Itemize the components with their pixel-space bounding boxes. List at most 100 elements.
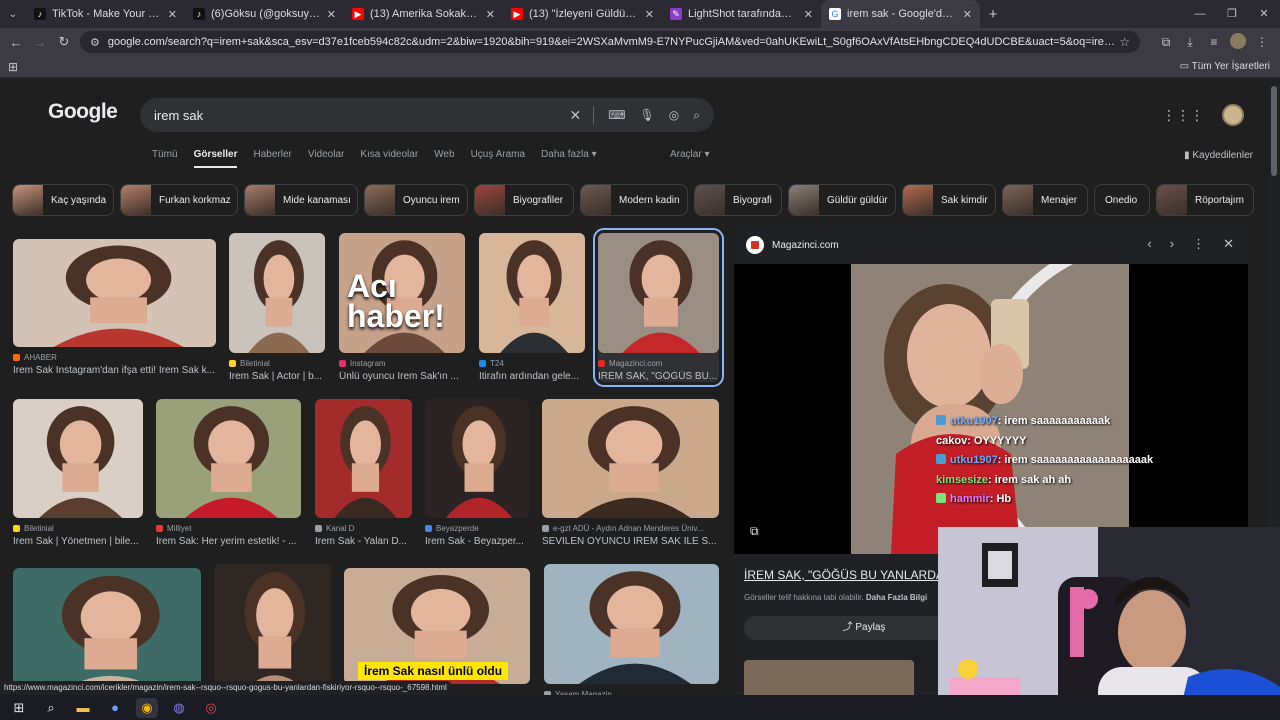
result-source[interactable]: Biletinial — [229, 359, 325, 368]
result-source[interactable]: Beyazperde — [425, 524, 529, 533]
result-caption[interactable]: Ünlü oyuncu İrem Sak'ın ... — [339, 371, 465, 382]
next-icon[interactable]: › — [1170, 236, 1174, 252]
result-caption[interactable]: İrem Sak | Actor | b... — [229, 371, 325, 382]
image-result[interactable]: Acı haber! Instagram Ünlü oyuncu İrem Sak'… — [339, 233, 465, 382]
tools-button[interactable]: Araçlar ▾ — [670, 149, 709, 160]
google-logo[interactable]: Google — [48, 100, 118, 124]
result-image[interactable] — [479, 233, 585, 353]
related-chip[interactable]: Biyografiler — [474, 184, 574, 216]
search-tab[interactable]: Uçuş Arama — [471, 149, 525, 168]
image-result[interactable]: e-gzt ADÜ - Aydın Adnan Menderes Üniv...… — [542, 399, 719, 547]
result-image[interactable] — [229, 233, 325, 353]
result-caption[interactable]: SEVİLEN OYUNCU İREM SAK İLE S... — [542, 536, 719, 547]
image-result[interactable]: Beyazperde İrem Sak - Beyazper... — [425, 399, 529, 547]
result-caption[interactable]: İtirafın ardından gele... — [479, 371, 585, 382]
tab-search-icon[interactable]: ⌄ — [0, 0, 26, 28]
minimize-icon[interactable]: — — [1184, 0, 1216, 28]
related-chip[interactable]: Sak kimdir — [902, 184, 996, 216]
restore-icon[interactable]: ❐ — [1216, 0, 1248, 28]
close-preview-icon[interactable]: ✕ — [1223, 236, 1234, 252]
more-info-link[interactable]: Daha Fazla Bilgi — [866, 593, 927, 602]
result-source[interactable]: e-gzt ADÜ - Aydın Adnan Menderes Üniv... — [542, 524, 719, 533]
result-source[interactable]: Instagram — [339, 359, 465, 368]
search-tab[interactable]: Web — [434, 149, 454, 168]
related-thumbnails[interactable] — [744, 660, 914, 698]
image-result[interactable] — [13, 568, 201, 698]
image-result[interactable]: İrem Sak nasıl ünlü oldu — [344, 568, 530, 684]
browser-tab[interactable]: Girem sak - Google'da Ara ✕ — [821, 0, 980, 28]
account-avatar[interactable] — [1222, 104, 1244, 126]
search-tab[interactable]: Tümü — [152, 149, 178, 168]
search-icon[interactable]: ⌕ — [693, 108, 700, 123]
image-result[interactable]: Biletinial İrem Sak | Yönetmen | bile... — [13, 399, 143, 547]
related-chip[interactable]: Mide kanaması — [244, 184, 358, 216]
search-tab[interactable]: Görseller — [193, 149, 238, 168]
preview-title[interactable]: İREM SAK, "GÖĞÜS BU YANLARDAN — [744, 568, 942, 582]
image-result[interactable]: Milliyet İrem Sak: Her yerim estetik! - .… — [156, 399, 301, 547]
close-window-icon[interactable]: ✕ — [1248, 0, 1280, 28]
result-image[interactable] — [598, 233, 719, 353]
image-result[interactable]: AHABER İrem Sak Instagram'dan ifşa etti! … — [13, 239, 216, 376]
result-image[interactable] — [13, 399, 143, 518]
result-image[interactable] — [13, 239, 216, 347]
tab-close-icon[interactable]: ✕ — [327, 8, 336, 21]
related-chip[interactable]: Güldür güldür — [788, 184, 896, 216]
result-source[interactable]: T24 — [479, 359, 585, 368]
related-chip[interactable]: Kaç yaşında — [12, 184, 114, 216]
search-box[interactable]: irem sak ✕ ⌨ 🎙 ◎ ⌕ — [140, 98, 714, 132]
preview-image[interactable]: ⧉ — [734, 264, 1248, 554]
apps-grid-icon[interactable]: ⋮⋮⋮ — [1162, 107, 1204, 124]
tab-close-icon[interactable]: ✕ — [963, 8, 972, 21]
windows-start-icon[interactable]: ⊞ — [8, 698, 30, 718]
app-icon[interactable]: ● — [104, 698, 126, 718]
result-caption[interactable]: İREM SAK, "GÖĞÜS BU... — [598, 371, 719, 382]
result-source[interactable]: Magazinci.com — [598, 359, 719, 368]
result-caption[interactable]: İrem Sak | Yönetmen | bile... — [13, 536, 143, 547]
related-chip[interactable]: Onedio — [1094, 184, 1150, 216]
related-chip[interactable]: Biyografi — [694, 184, 782, 216]
result-image[interactable]: Acı haber! — [339, 233, 465, 353]
site-info-icon[interactable]: ⚙ — [90, 36, 100, 49]
image-result[interactable] — [214, 564, 331, 698]
related-chip[interactable]: Modern kadin — [580, 184, 688, 216]
result-image[interactable] — [156, 399, 301, 518]
related-chip[interactable]: Oyuncu irem — [364, 184, 468, 216]
image-result[interactable]: Magazinci.com İREM SAK, "GÖĞÜS BU... — [593, 228, 724, 387]
image-result[interactable]: Yaşam Magazin — [544, 564, 719, 698]
apps-icon[interactable]: ⊞ — [8, 60, 18, 74]
result-image[interactable] — [214, 564, 331, 698]
result-image[interactable]: İrem Sak nasıl ünlü oldu — [344, 568, 530, 684]
result-image[interactable] — [542, 399, 719, 518]
reload-icon[interactable]: ↻ — [52, 34, 76, 50]
result-caption[interactable]: İrem Sak: Her yerim estetik! - ... — [156, 536, 301, 547]
browser-tab[interactable]: ✎ LightShot tarafından Ekran Gör ✕ — [662, 0, 821, 28]
result-source[interactable]: Kanal D — [315, 524, 412, 533]
result-source[interactable]: AHABER — [13, 353, 216, 362]
obs-icon[interactable]: ◎ — [200, 698, 222, 718]
search-icon[interactable]: ⌕ — [40, 698, 62, 718]
tab-close-icon[interactable]: ✕ — [804, 8, 813, 21]
download-icon[interactable]: ⤓ — [1178, 35, 1202, 50]
menu-icon[interactable]: ⋮ — [1250, 35, 1274, 49]
new-tab-button[interactable]: + — [980, 6, 1006, 23]
clear-icon[interactable]: ✕ — [569, 107, 581, 124]
forward-icon[interactable]: → — [28, 35, 52, 50]
microphone-icon[interactable]: 🎙 — [640, 108, 655, 122]
scrollbar-thumb[interactable] — [1271, 86, 1277, 176]
browser-tab[interactable]: ▶ (13) "İzleyeni Güldüren Video" ✕ — [503, 0, 662, 28]
result-caption[interactable]: İrem Sak - Beyazper... — [425, 536, 529, 547]
back-icon[interactable]: ← — [4, 35, 28, 50]
search-tab[interactable]: Daha fazla ▾ — [541, 149, 597, 168]
lens-search-icon[interactable]: ⧉ — [750, 524, 759, 539]
tab-close-icon[interactable]: ✕ — [168, 8, 177, 21]
browser-tab[interactable]: ♪ (6)Göksu (@goksuyx) | TikTok ✕ — [185, 0, 344, 28]
result-source[interactable]: Biletinial — [13, 524, 143, 533]
bookmark-star-icon[interactable]: ☆ — [1119, 35, 1130, 49]
result-image[interactable] — [13, 568, 201, 698]
result-image[interactable] — [544, 564, 719, 684]
file-explorer-icon[interactable]: ▬ — [72, 698, 94, 718]
extensions-icon[interactable]: ⧉ — [1154, 35, 1178, 50]
discord-icon[interactable]: ◍ — [168, 698, 190, 718]
saved-button[interactable]: ▮ Kaydedilenler — [1184, 150, 1253, 161]
tab-close-icon[interactable]: ✕ — [645, 8, 654, 21]
